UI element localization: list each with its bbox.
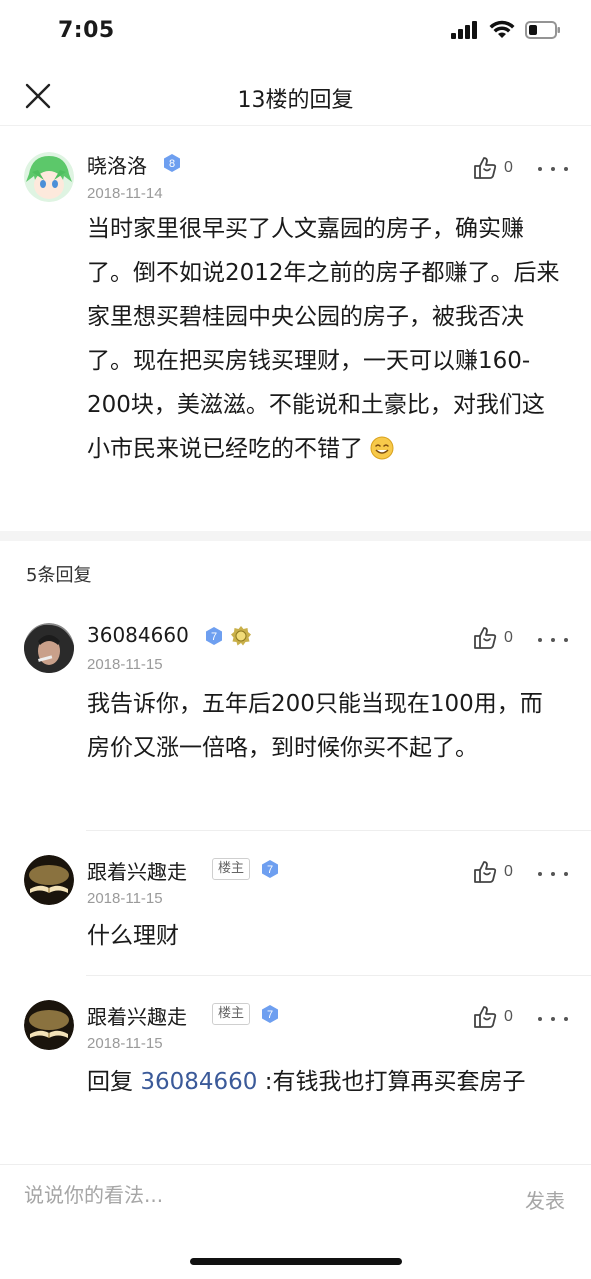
thumbs-up-icon [474,1006,497,1028]
avatar[interactable] [24,1000,74,1050]
level-number: 7 [267,864,273,876]
reply-item: 跟着兴趣走 楼主 7 2018-11-15 0 回复 36084660 :有钱我… [0,976,591,1164]
reply-count: 5条回复 [26,565,92,586]
level-badge-icon: 8 [164,154,180,172]
achievement-badge-icon [231,626,251,646]
battery-icon [525,21,560,39]
like-button[interactable]: 0 [472,1004,513,1030]
reply-count-bar: 5条回复 [0,541,591,605]
level-number: 8 [169,158,175,170]
status-bar: 7:05 [0,0,591,66]
reply-date: 2018-11-15 [87,1035,163,1052]
section-divider [0,531,591,541]
comment-input[interactable] [24,1183,484,1207]
mention-link[interactable]: 36084660 [140,1069,257,1095]
reply-date: 2018-11-15 [87,656,163,673]
level-number: 7 [267,1009,273,1021]
home-indicator[interactable] [190,1258,402,1265]
avatar[interactable] [24,152,74,202]
post-content: 当时家里很早买了人文嘉园的房子，确实赚了。倒不如说2012年之前的房子都赚了。后… [87,207,565,471]
more-options-icon[interactable] [538,159,568,179]
username[interactable]: 晓洛洛 [87,150,147,179]
level-number: 7 [211,631,217,643]
reply-text: :有钱我也打算再买套房子 [257,1069,526,1095]
status-time: 7:05 [58,18,115,43]
like-button[interactable]: 0 [472,625,513,651]
reply-item: 跟着兴趣走 楼主 7 2018-11-15 0 什么理财 [0,831,591,976]
thumbs-up-icon [474,157,497,179]
thumbs-up-icon [474,861,497,883]
thumbs-up-icon [474,627,497,649]
nav-bar: 13楼的回复 [0,66,591,126]
username[interactable]: 36084660 [87,623,189,647]
avatar[interactable] [24,855,74,905]
owner-tag: 楼主 [212,858,251,880]
like-count: 0 [504,863,513,880]
page-title: 13楼的回复 [237,88,354,113]
like-count: 0 [504,629,513,646]
username[interactable]: 跟着兴趣走 [87,856,187,885]
username[interactable]: 跟着兴趣走 [87,1001,187,1030]
like-count: 0 [504,159,513,176]
reply-date: 2018-11-15 [87,890,163,907]
avatar[interactable] [24,623,74,673]
smile-emoji-icon [370,436,394,460]
level-badge-icon: 7 [206,627,222,645]
post-text: 当时家里很早买了人文嘉园的房子，确实赚了。倒不如说2012年之前的房子都赚了。后… [87,216,560,462]
like-button[interactable]: 0 [472,155,513,181]
status-icons [451,20,561,40]
reply-prefix: 回复 [87,1069,141,1095]
owner-tag: 楼主 [212,1003,251,1025]
comment-composer: 发表 [0,1164,591,1234]
level-badge-icon: 7 [262,860,278,878]
main-post: 晓洛洛 8 2018-11-14 0 当时家里很早买了人文嘉园的房子，确实赚了。… [0,127,591,531]
post-date: 2018-11-14 [87,185,163,202]
more-options-icon[interactable] [538,630,568,650]
reply-content: 回复 36084660 :有钱我也打算再买套房子 [87,1060,565,1104]
more-options-icon[interactable] [538,1009,568,1029]
level-badge-icon: 7 [262,1005,278,1023]
more-options-icon[interactable] [538,864,568,884]
reply-content: 我告诉你，五年后200只能当现在100用，而房价又涨一倍咯，到时候你买不起了。 [87,691,543,761]
reply-content: 什么理财 [87,923,179,949]
wifi-icon [489,20,515,38]
like-button[interactable]: 0 [472,859,513,885]
send-button[interactable]: 发表 [525,1185,565,1214]
like-count: 0 [504,1008,513,1025]
reply-item: 36084660 7 2018-11-15 0 我告诉你，五年后200只能当现在… [0,605,591,831]
signal-icon [451,21,477,39]
